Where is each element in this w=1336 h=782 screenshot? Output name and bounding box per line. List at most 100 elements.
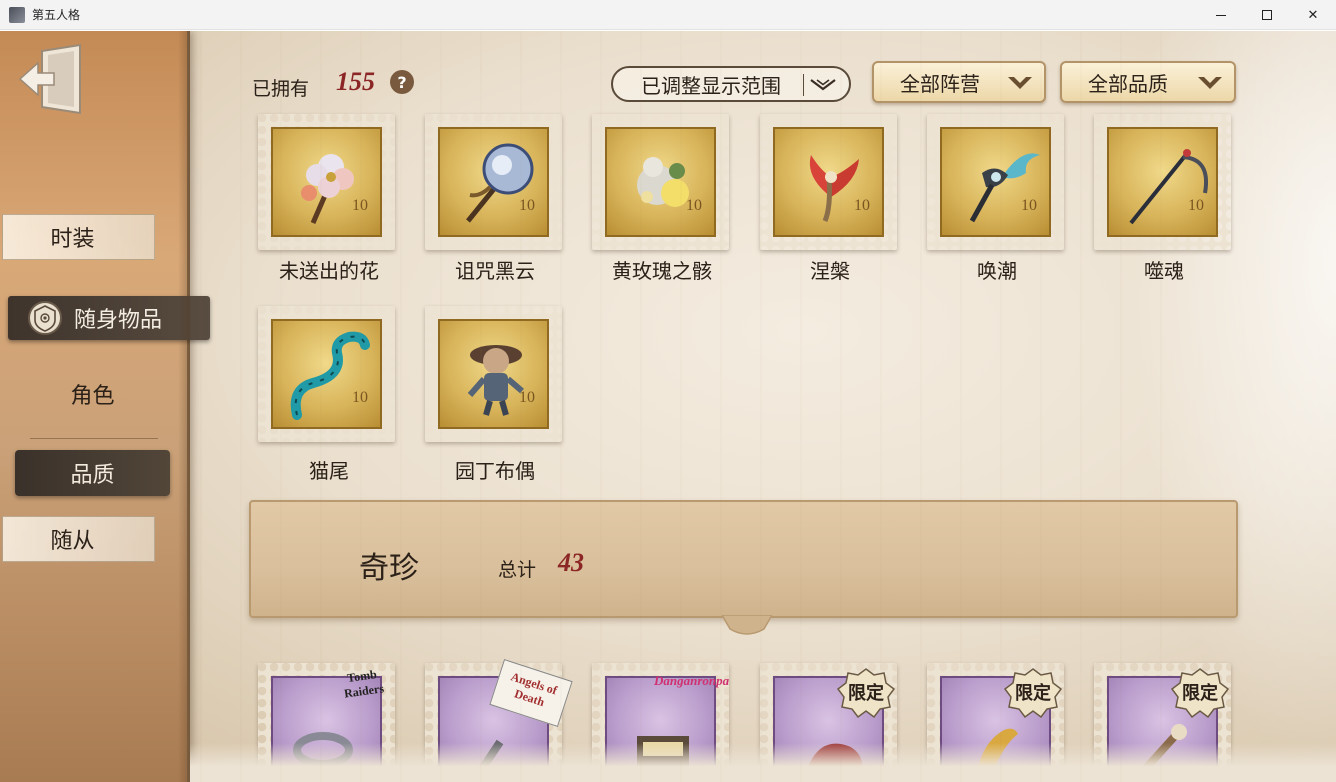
chevron-down-icon <box>1008 77 1032 89</box>
game-viewport: 时装 随身物品 角色 品质 随从 已拥有 155 ? 已调整显示范围 全部阵营 … <box>0 31 1336 782</box>
tab-skin[interactable]: 时装 <box>2 214 155 260</box>
stamp-frame <box>760 663 897 782</box>
stamp-frame <box>425 306 562 442</box>
item-name: 诅咒黑云 <box>455 259 535 283</box>
minimize-button[interactable] <box>1198 0 1244 30</box>
stamp-value: 10 <box>1188 197 1204 214</box>
tab-skin-label: 时装 <box>50 227 95 252</box>
item-name: 园丁布偶 <box>455 459 535 483</box>
category-title: 奇珍 <box>359 551 419 586</box>
bracelet-icon <box>293 732 353 768</box>
stamp-inner: 10 <box>438 127 549 237</box>
stamp-inner: 10 <box>773 127 884 237</box>
item-card[interactable]: 10 <box>1094 114 1231 250</box>
stamp-frame <box>258 306 395 442</box>
camp-filter-dropdown[interactable]: 全部阵营 <box>872 61 1046 103</box>
item-name: 猫尾 <box>309 459 349 483</box>
category-banner <box>249 500 1238 618</box>
stamp-inner <box>940 676 1051 782</box>
item-name: 涅槃 <box>810 259 850 283</box>
chevron-down-icon <box>1198 77 1222 89</box>
back-button[interactable] <box>18 43 86 117</box>
maximize-icon <box>1262 10 1272 20</box>
item-card[interactable]: 10 <box>258 114 395 250</box>
window-titlebar: 第五人格 ✕ <box>0 0 1336 30</box>
limited-label: 限定 <box>1015 683 1051 704</box>
stamp-frame <box>258 663 395 782</box>
bottle-icon <box>1136 724 1187 778</box>
item-name: 黄玫瑰之骸 <box>612 259 712 283</box>
rare-item-card[interactable]: Tomb Raiders <box>258 663 395 782</box>
stamp-frame <box>927 663 1064 782</box>
owned-label: 已拥有 <box>252 78 310 100</box>
dark-orb-icon <box>466 143 534 223</box>
quality-filter-dropdown[interactable]: 全部品质 <box>1060 61 1236 103</box>
window-title: 第五人格 <box>32 8 81 22</box>
stamp-value: 10 <box>686 197 702 214</box>
item-card[interactable]: 10 <box>425 306 562 442</box>
stamp-inner: 10 <box>438 319 549 429</box>
doll-icon <box>467 345 524 416</box>
limited-label: 限定 <box>1182 683 1218 704</box>
quality-filter-label: 全部品质 <box>1088 71 1168 96</box>
creature-icon <box>805 743 864 776</box>
maximize-button[interactable] <box>1244 0 1290 30</box>
dropdown-separator <box>803 74 804 96</box>
tab-role[interactable]: 角色 <box>30 371 155 417</box>
item-card[interactable]: 10 <box>258 306 395 442</box>
accessory-emblem-icon <box>28 301 62 335</box>
item-card[interactable]: 10 <box>927 114 1064 250</box>
camp-filter-label: 全部阵营 <box>900 71 980 96</box>
tab-follower[interactable]: 随从 <box>2 516 155 562</box>
tab-follower-label: 随从 <box>50 529 95 554</box>
tab-accessories-label: 随身物品 <box>74 308 163 333</box>
display-range-dropdown[interactable]: 已调整显示范围 <box>611 66 851 102</box>
display-range-label: 已调整显示范围 <box>641 73 781 98</box>
item-card[interactable]: 10 <box>592 114 729 250</box>
knife-icon <box>476 739 504 775</box>
tide-icon <box>969 153 1040 223</box>
cat-tail-icon <box>290 331 370 420</box>
rare-item-card[interactable]: 限定 <box>927 663 1064 782</box>
stamp-frame <box>258 114 395 250</box>
stamp-value: 10 <box>1021 197 1037 214</box>
stamp-inner <box>271 676 382 782</box>
golden-blade-icon <box>976 728 1018 776</box>
rare-item-card[interactable]: Angels of Death <box>425 659 573 782</box>
item-name: 唤潮 <box>977 259 1017 283</box>
item-card[interactable]: 10 <box>425 114 562 250</box>
rare-item-card[interactable]: Danganronpa <box>592 663 729 782</box>
yellow-rose-icon <box>637 157 689 207</box>
chevron-down-icon <box>810 79 836 91</box>
stamp-value: 10 <box>352 197 368 214</box>
stamp-frame <box>760 114 897 250</box>
stamp-frame <box>592 114 729 250</box>
close-icon: ✕ <box>1307 7 1319 23</box>
limited-badge: 限定 <box>836 667 896 719</box>
limited-badge: 限定 <box>1170 667 1230 719</box>
stamp-value: 10 <box>519 389 535 406</box>
close-button[interactable]: ✕ <box>1290 0 1336 30</box>
flower-icon <box>301 154 354 224</box>
rare-item-card[interactable]: 限定 <box>760 663 897 782</box>
item-name: 未送出的花 <box>279 259 379 283</box>
scythe-icon <box>1129 149 1208 225</box>
phoenix-icon <box>809 155 859 222</box>
stamp-frame <box>425 114 562 250</box>
tab-quality[interactable]: 品质 <box>15 450 170 496</box>
stamp-inner: 10 <box>605 127 716 237</box>
brand-tag: Angels of Death <box>489 659 573 727</box>
help-icon[interactable]: ? <box>390 70 414 94</box>
stamp-inner: 10 <box>271 127 382 237</box>
category-total: 43 <box>558 548 584 577</box>
app-icon <box>9 7 25 23</box>
limited-label: 限定 <box>848 683 884 704</box>
stamp-value: 10 <box>352 389 368 406</box>
tab-role-label: 角色 <box>70 384 115 409</box>
tab-accessories[interactable]: 随身物品 <box>8 296 210 340</box>
item-card[interactable]: 10 <box>760 114 897 250</box>
slot-machine-icon <box>637 736 689 776</box>
brand-tag: Danganronpa <box>654 673 730 688</box>
stamp-inner: 10 <box>940 127 1051 237</box>
stamp-frame <box>927 114 1064 250</box>
